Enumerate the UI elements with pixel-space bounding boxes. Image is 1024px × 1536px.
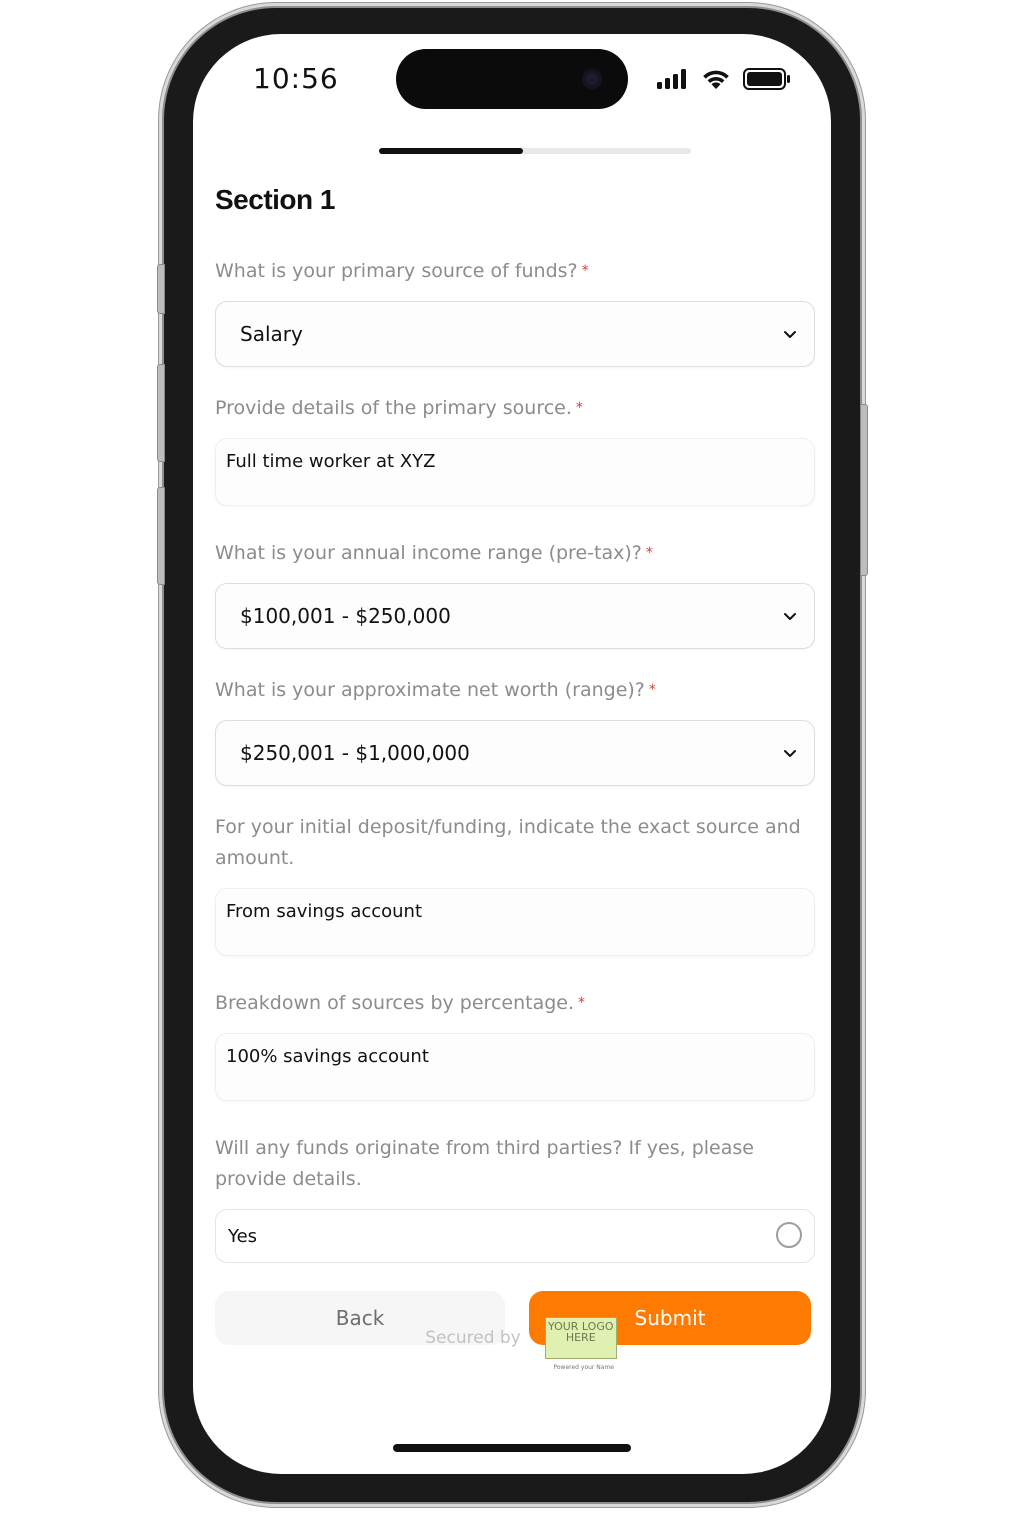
wifi-icon (703, 70, 729, 89)
camera-icon (582, 69, 602, 89)
power-button (860, 404, 868, 576)
net-worth-select[interactable]: $250,001 - $1,000,000 (215, 720, 815, 786)
logo-tagline: Powered your Name (553, 1364, 614, 1371)
radio-label: Yes (228, 1225, 258, 1247)
required-marker: * (578, 995, 586, 1011)
volume-up-button (157, 364, 165, 462)
question-text: Provide details of the primary source. (215, 397, 572, 419)
company-logo: YOUR LOGO HERE Powered your Name (544, 1317, 617, 1371)
primary-source-select[interactable]: Salary (215, 301, 815, 367)
question-text: Breakdown of sources by percentage. (215, 992, 575, 1014)
question-label: What is your approximate net worth (rang… (215, 675, 815, 706)
question-label: For your initial deposit/funding, indica… (215, 812, 815, 874)
required-marker: * (575, 400, 583, 416)
question-text: What is your primary source of funds? (215, 260, 578, 282)
status-icons (657, 68, 791, 90)
question-text: What is your approximate net worth (rang… (215, 679, 645, 701)
volume-down-button (157, 487, 165, 585)
battery-icon (743, 68, 790, 90)
required-marker: * (648, 682, 656, 698)
question-label: Provide details of the primary source. * (215, 393, 815, 424)
sources-breakdown-input[interactable]: 100% savings account (215, 1033, 815, 1101)
radio-button[interactable] (776, 1222, 802, 1248)
status-time: 10:56 (253, 62, 339, 95)
annual-income-select[interactable]: $100,001 - $250,000 (215, 583, 815, 649)
required-marker: * (581, 263, 589, 279)
cellular-signal-icon (657, 69, 686, 89)
secured-by-footer: Secured by YOUR LOGO HERE Powered your N… (193, 1317, 831, 1371)
select-value: $250,001 - $1,000,000 (240, 741, 470, 765)
logo-text: YOUR LOGO HERE (547, 1320, 614, 1344)
question-label: What is your primary source of funds? * (215, 256, 815, 287)
chevron-down-icon (784, 613, 796, 620)
progress-bar (379, 148, 691, 154)
select-value: $100,001 - $250,000 (240, 604, 451, 628)
screen: 10:56 Section 1 What is your primary sou… (193, 34, 831, 1474)
select-value: Salary (240, 322, 303, 346)
dynamic-island (396, 49, 628, 109)
mute-switch (157, 264, 165, 314)
question-text: For your initial deposit/funding, indica… (215, 816, 801, 869)
progress-bar-fill (379, 148, 523, 154)
section-title: Section 1 (215, 184, 335, 215)
chevron-down-icon (784, 331, 796, 338)
primary-source-details-input[interactable]: Full time worker at XYZ (215, 438, 815, 506)
home-indicator[interactable] (393, 1444, 631, 1452)
question-label: What is your annual income range (pre-ta… (215, 538, 815, 569)
question-text: Will any funds originate from third part… (215, 1137, 754, 1190)
third-party-yes-option[interactable]: Yes (215, 1209, 815, 1263)
question-text: What is your annual income range (pre-ta… (215, 542, 642, 564)
form: Section 1 What is your primary source of… (215, 184, 815, 1345)
initial-deposit-source-input[interactable]: From savings account (215, 888, 815, 956)
question-label: Breakdown of sources by percentage. * (215, 988, 815, 1019)
question-label: Will any funds originate from third part… (215, 1133, 815, 1195)
secured-by-label: Secured by (425, 1328, 521, 1348)
chevron-down-icon (784, 750, 796, 757)
required-marker: * (645, 545, 653, 561)
